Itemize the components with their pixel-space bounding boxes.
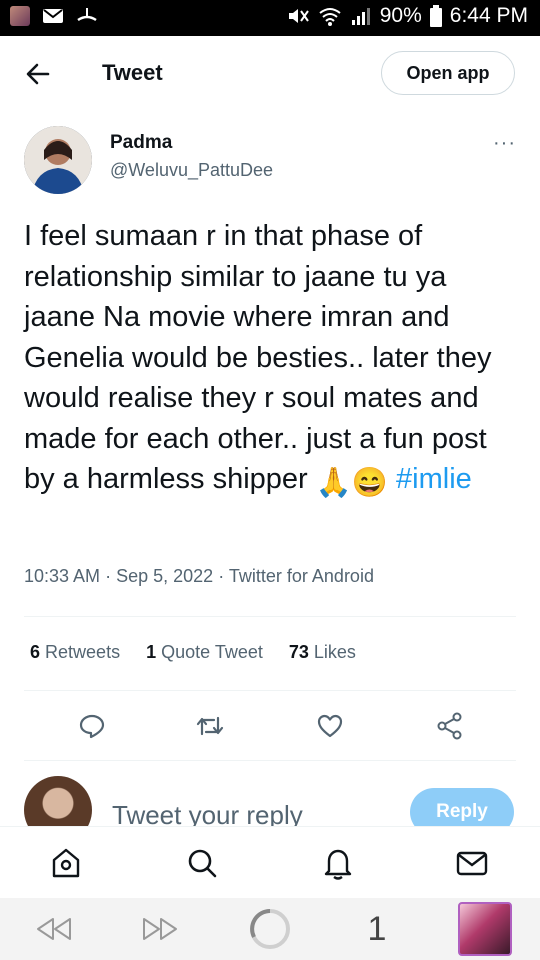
grinning-emoji: 😄 (351, 467, 388, 499)
tab-count[interactable]: 1 (362, 908, 392, 950)
signal-icon (351, 8, 370, 25)
mute-icon (288, 9, 309, 23)
bottom-nav (0, 826, 540, 899)
refresh-icon (250, 909, 290, 949)
retweet-icon (196, 716, 224, 736)
wifi-icon (319, 8, 341, 26)
likes-count[interactable]: 73 Likes (289, 642, 356, 663)
meta-separator: · (105, 566, 112, 586)
heart-icon (317, 714, 343, 738)
browser-back-button[interactable] (34, 908, 74, 950)
rewind-icon (37, 918, 71, 940)
hashtag-link[interactable]: #imlie (396, 463, 472, 495)
usb-icon (77, 8, 97, 22)
meta-separator: · (218, 566, 225, 586)
back-arrow-icon[interactable] (22, 58, 54, 90)
like-action[interactable] (310, 704, 350, 748)
reply-input[interactable]: Tweet your reply (112, 800, 303, 826)
more-options-icon[interactable]: ··· (493, 132, 516, 155)
notification-icons (10, 6, 98, 26)
divider (24, 760, 516, 761)
author-photo (24, 126, 92, 194)
page-title: Tweet (102, 60, 163, 85)
messages-icon[interactable] (454, 845, 490, 881)
loading-spinner (246, 908, 294, 950)
user-avatar (24, 776, 92, 826)
author-handle[interactable]: @Weluvu_PattuDee (110, 160, 273, 181)
reply-button[interactable]: Reply (410, 788, 514, 826)
fast-forward-icon (143, 918, 177, 940)
divider (24, 690, 516, 691)
reply-icon (79, 714, 105, 739)
status-bar: 90% 6:44 PM (0, 0, 540, 36)
reply-composer: Tweet your reply Reply (0, 772, 540, 826)
battery-icon (429, 5, 442, 27)
mail-icon (43, 9, 63, 23)
tweet-source[interactable]: Twitter for Android (229, 566, 374, 586)
tweet-author: Padma @Weluvu_PattuDee ··· (24, 126, 516, 196)
clock: 6:44 PM (449, 4, 528, 27)
reply-action[interactable] (72, 704, 112, 748)
browser-forward-button[interactable] (140, 908, 180, 950)
tweet-meta: 10:33 AM · Sep 5, 2022 · Twitter for And… (24, 566, 374, 587)
retweet-action[interactable] (190, 704, 230, 748)
quote-tweets-count[interactable]: 1 Quote Tweet (146, 642, 263, 663)
app-notification-icon (10, 6, 30, 26)
tweet-date[interactable]: Sep 5, 2022 (116, 566, 213, 586)
share-action[interactable] (430, 704, 470, 748)
divider (24, 616, 516, 617)
home-icon[interactable] (48, 845, 84, 881)
retweets-count[interactable]: 6 Retweets (30, 642, 120, 663)
tweet-time[interactable]: 10:33 AM (24, 566, 100, 586)
open-app-button[interactable]: Open app (381, 51, 515, 95)
profile-thumbnail[interactable] (458, 902, 512, 956)
system-status: 90% 6:44 PM (286, 4, 528, 28)
tweet-body: I feel sumaan r in that phase of relatio… (24, 220, 492, 495)
share-icon (437, 712, 462, 740)
author-name[interactable]: Padma (110, 132, 172, 154)
tweet-text: I feel sumaan r in that phase of relatio… (24, 216, 524, 504)
browser-toolbar: 1 (0, 898, 540, 960)
folded-hands-emoji: 🙏 (315, 467, 352, 499)
engagement-counts: 6 Retweets 1 Quote Tweet 73 Likes (30, 642, 356, 663)
search-icon[interactable] (184, 845, 220, 881)
author-avatar[interactable] (24, 126, 92, 194)
notifications-icon[interactable] (320, 845, 356, 881)
battery-percent: 90% (379, 4, 422, 27)
tweet-actions (24, 704, 516, 748)
top-bar: Tweet Open app (0, 36, 540, 110)
